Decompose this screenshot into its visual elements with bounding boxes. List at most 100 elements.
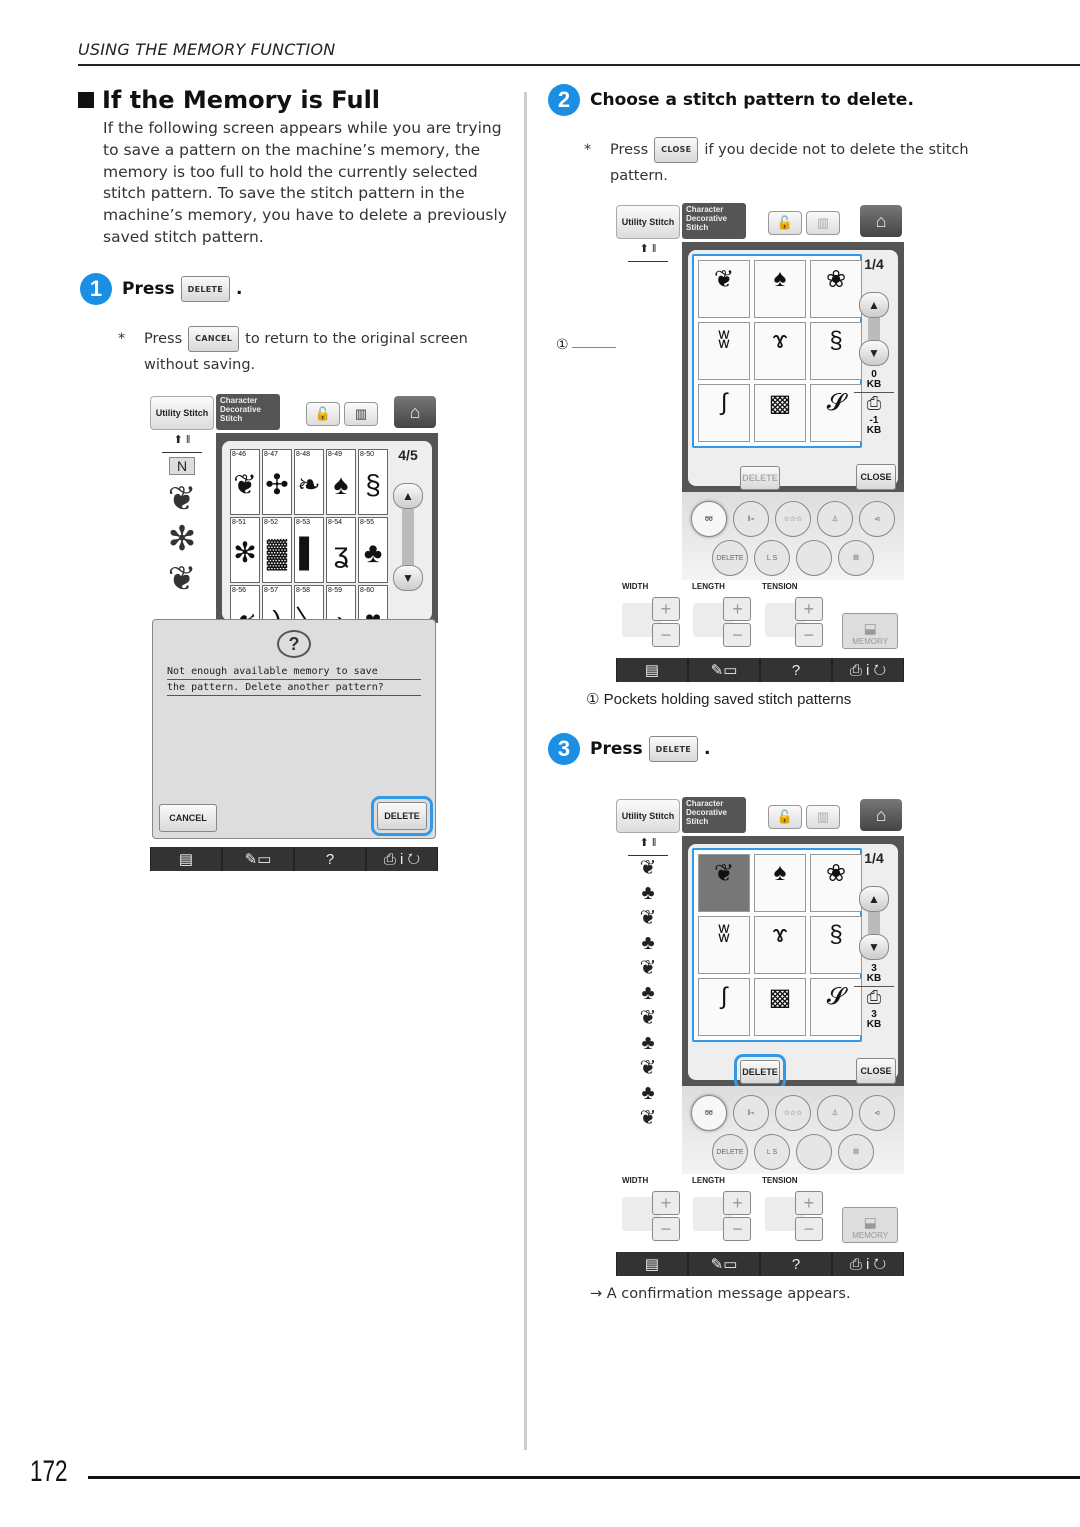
home-icon[interactable]: ⌂ bbox=[394, 396, 436, 428]
function-circle-button[interactable]: ǁ⌁ bbox=[733, 1095, 769, 1131]
function-circle-button[interactable]: ☆☆☆ bbox=[775, 1095, 811, 1131]
stitch-pattern-button[interactable]: 8-54 ʓ bbox=[326, 517, 356, 583]
saved-pattern-pocket[interactable]: ▩ bbox=[754, 978, 806, 1036]
book-icon[interactable]: ▥ bbox=[806, 805, 840, 829]
tab-utility-stitch[interactable]: Utility Stitch bbox=[616, 799, 680, 833]
saved-pattern-pocket[interactable]: ♠ bbox=[754, 854, 806, 912]
memory-button[interactable]: ⬓ MEMORY bbox=[842, 613, 898, 649]
stitch-pattern-button[interactable]: 8-53 ▌ bbox=[294, 517, 324, 583]
stitch-pattern-button[interactable]: 8-55 ♣ bbox=[358, 517, 388, 583]
home-icon[interactable]: ⌂ bbox=[860, 205, 902, 237]
dialog-cancel-button[interactable]: CANCEL bbox=[159, 804, 217, 832]
lock-icon[interactable]: 🔓 bbox=[306, 402, 340, 426]
minus-button[interactable]: − bbox=[652, 1217, 680, 1241]
scrollbar[interactable] bbox=[868, 912, 880, 934]
document-icon[interactable]: ▤ bbox=[151, 847, 221, 871]
info-icon[interactable]: ⎙ i ↻ bbox=[833, 658, 903, 682]
plus-button[interactable]: + bbox=[723, 1191, 752, 1215]
stitch-pattern-button[interactable]: 8-59 › bbox=[326, 585, 356, 623]
stitch-pattern-button[interactable]: 8-56 ☙ bbox=[230, 585, 260, 623]
function-circle-button[interactable]: ➿ bbox=[691, 1095, 727, 1131]
saved-pattern-pocket[interactable]: ʬ bbox=[698, 322, 750, 380]
info-icon[interactable]: ⎙ i ↻ bbox=[833, 1252, 903, 1276]
minus-button[interactable]: − bbox=[794, 1217, 823, 1241]
book-icon[interactable]: ▥ bbox=[344, 402, 378, 426]
machine-settings-icon[interactable]: ✎▭ bbox=[689, 658, 759, 682]
saved-pattern-pocket[interactable]: ∫ bbox=[698, 978, 750, 1036]
document-icon[interactable]: ▤ bbox=[617, 658, 687, 682]
function-circle-button[interactable]: ǁ⌁ bbox=[733, 501, 769, 537]
help-icon[interactable]: ? bbox=[295, 847, 365, 871]
scroll-up-button[interactable]: ▲ bbox=[859, 292, 889, 318]
stitch-pattern-button[interactable]: 8-58 〉 bbox=[294, 585, 324, 623]
machine-settings-icon[interactable]: ✎▭ bbox=[223, 847, 293, 871]
function-circle-button[interactable]: L S bbox=[754, 1134, 790, 1170]
scroll-down-button[interactable]: ▼ bbox=[859, 934, 889, 960]
lock-icon[interactable]: 🔓 bbox=[768, 211, 802, 235]
saved-pattern-pocket[interactable]: ▩ bbox=[754, 384, 806, 442]
help-icon[interactable]: ? bbox=[761, 658, 831, 682]
stitch-pattern-button[interactable]: 8-47 ✣ bbox=[262, 449, 292, 515]
saved-pattern-pocket[interactable]: ɤ bbox=[754, 322, 806, 380]
plus-button[interactable]: + bbox=[794, 597, 823, 621]
stitch-pattern-button[interactable]: 8-48 ❧ bbox=[294, 449, 324, 515]
function-circle-button[interactable]: ⏃ bbox=[817, 501, 853, 537]
tab-character-decorative[interactable]: Character Decorative Stitch bbox=[682, 203, 746, 239]
function-circle-button[interactable] bbox=[796, 540, 832, 576]
function-circle-button[interactable]: L S bbox=[754, 540, 790, 576]
function-circle-button[interactable]: DELETE bbox=[712, 1134, 748, 1170]
minus-button[interactable]: − bbox=[794, 623, 823, 647]
tab-character-decorative[interactable]: Character Decorative Stitch bbox=[216, 394, 280, 430]
scroll-down-button[interactable]: ▼ bbox=[859, 340, 889, 366]
scrollbar[interactable] bbox=[402, 509, 414, 565]
function-circle-button[interactable]: ǁǁ bbox=[838, 540, 874, 576]
minus-button[interactable]: − bbox=[723, 1217, 752, 1241]
stitch-pattern-button[interactable]: 8-60 ♥ bbox=[358, 585, 388, 623]
function-circle-button[interactable] bbox=[796, 1134, 832, 1170]
function-circle-button[interactable]: ⏃ bbox=[817, 1095, 853, 1131]
scroll-up-button[interactable]: ▲ bbox=[393, 483, 423, 509]
plus-button[interactable]: + bbox=[794, 1191, 823, 1215]
saved-pattern-pocket[interactable]: ɤ bbox=[754, 916, 806, 974]
tab-utility-stitch[interactable]: Utility Stitch bbox=[150, 396, 214, 430]
machine-settings-icon[interactable]: ✎▭ bbox=[689, 1252, 759, 1276]
tab-character-decorative[interactable]: Character Decorative Stitch bbox=[682, 797, 746, 833]
delete-button[interactable]: DELETE bbox=[740, 466, 780, 490]
function-circle-button[interactable]: DELETE bbox=[712, 540, 748, 576]
dialog-delete-button[interactable]: DELETE bbox=[371, 796, 433, 836]
function-circle-button[interactable]: ➿ bbox=[691, 501, 727, 537]
stitch-pattern-button[interactable]: 8-52 ▓ bbox=[262, 517, 292, 583]
saved-pattern-pocket[interactable]: ❦ bbox=[698, 260, 750, 318]
book-icon[interactable]: ▥ bbox=[806, 211, 840, 235]
minus-button[interactable]: − bbox=[723, 623, 752, 647]
saved-pattern-pocket[interactable]: ♠ bbox=[754, 260, 806, 318]
stitch-pattern-button[interactable]: 8-49 ♠ bbox=[326, 449, 356, 515]
saved-pattern-pocket[interactable]: ❦ bbox=[698, 854, 750, 912]
function-circle-button[interactable]: ǁǁ bbox=[838, 1134, 874, 1170]
stitch-pattern-button[interactable]: 8-51 ✻ bbox=[230, 517, 260, 583]
help-icon[interactable]: ? bbox=[761, 1252, 831, 1276]
stitch-pattern-button[interactable]: 8-50 § bbox=[358, 449, 388, 515]
memory-button[interactable]: ⬓ MEMORY bbox=[842, 1207, 898, 1243]
saved-pattern-pocket[interactable]: ∫ bbox=[698, 384, 750, 442]
scroll-up-button[interactable]: ▲ bbox=[859, 886, 889, 912]
scroll-down-button[interactable]: ▼ bbox=[393, 565, 423, 591]
stitch-pattern-button[interactable]: 8-57) bbox=[262, 585, 292, 623]
stitch-pattern-button[interactable]: 8-46 ❦ bbox=[230, 449, 260, 515]
function-circle-button[interactable]: ⊲ bbox=[859, 1095, 895, 1131]
plus-button[interactable]: + bbox=[652, 597, 680, 621]
home-icon[interactable]: ⌂ bbox=[860, 799, 902, 831]
function-circle-button[interactable]: ☆☆☆ bbox=[775, 501, 811, 537]
minus-button[interactable]: − bbox=[652, 623, 680, 647]
scrollbar[interactable] bbox=[868, 318, 880, 340]
delete-button[interactable]: DELETE bbox=[734, 1054, 786, 1090]
close-button[interactable]: CLOSE bbox=[856, 464, 896, 490]
info-icon[interactable]: ⎙ i ↻ bbox=[367, 847, 437, 871]
document-icon[interactable]: ▤ bbox=[617, 1252, 687, 1276]
lock-icon[interactable]: 🔓 bbox=[768, 805, 802, 829]
saved-pattern-pocket[interactable]: ʬ bbox=[698, 916, 750, 974]
plus-button[interactable]: + bbox=[652, 1191, 680, 1215]
function-circle-button[interactable]: ⊲ bbox=[859, 501, 895, 537]
plus-button[interactable]: + bbox=[723, 597, 752, 621]
close-button[interactable]: CLOSE bbox=[856, 1058, 896, 1084]
